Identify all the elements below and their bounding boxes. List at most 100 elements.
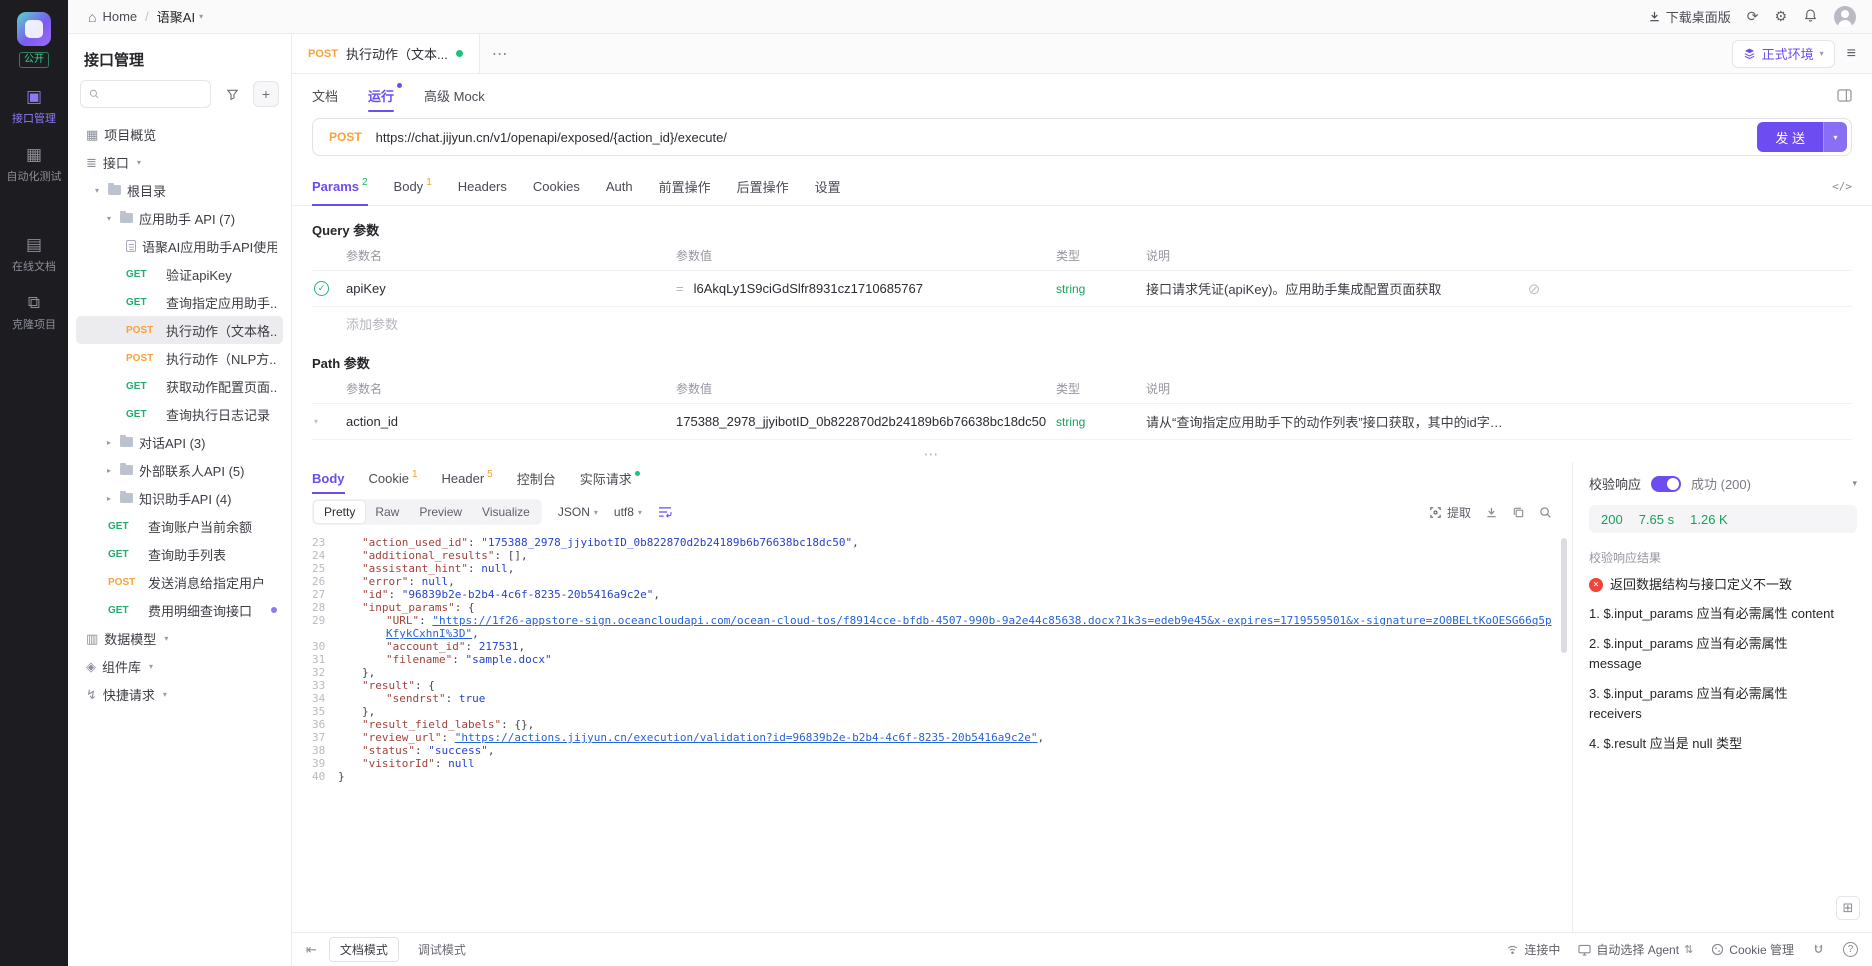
home-icon[interactable]: ⌂ — [88, 9, 96, 25]
tree-item[interactable]: ↯快捷请求▾ — [76, 680, 283, 708]
rail-item-clone-project[interactable]: ⧉克隆项目 — [0, 294, 68, 332]
param-value[interactable]: 175388_2978_jjyibotID_0b822870d2b24189b6… — [676, 414, 1046, 429]
collapse-chevron-icon[interactable]: ▾ — [1852, 478, 1857, 489]
tree-item[interactable]: ▾根目录 — [76, 176, 283, 204]
generate-code-icon[interactable]: </> — [1832, 180, 1852, 193]
notifications-bell-icon[interactable] — [1803, 8, 1818, 26]
settings-gear-icon[interactable]: ⚙ — [1774, 8, 1787, 25]
panel-layout-icon[interactable]: ⊞ — [1836, 896, 1860, 920]
tree-item[interactable]: GET查询执行日志记录 — [76, 400, 283, 428]
tree-item[interactable]: ▸知识助手API (4) — [76, 484, 283, 512]
extract-button[interactable]: 提取 — [1429, 504, 1471, 521]
tree-item[interactable]: ▸对话API (3) — [76, 428, 283, 456]
tree-item[interactable]: GET获取动作配置页面... — [76, 372, 283, 400]
json-link[interactable]: "https://actions.jijyun.cn/execution/val… — [455, 731, 1038, 744]
disable-param-icon[interactable]: ⊘ — [1528, 281, 1541, 298]
breadcrumb-project[interactable]: 语聚AI ▾ — [157, 7, 203, 26]
response-tab-Body[interactable]: Body — [312, 462, 345, 494]
request-tab-后置操作[interactable]: 后置操作 — [737, 168, 789, 205]
response-tab-Header[interactable]: Header5 — [442, 462, 493, 494]
tree-item[interactable]: POST执行动作（NLP方... — [76, 344, 283, 372]
user-avatar[interactable] — [1834, 6, 1856, 28]
capture-icon[interactable] — [1812, 943, 1825, 956]
response-tab-实际请求[interactable]: 实际请求 — [580, 462, 640, 494]
word-wrap-icon[interactable] — [658, 506, 672, 518]
request-tab-Params[interactable]: Params2 — [312, 168, 368, 205]
param-value[interactable]: l6AkqLy1S9ciGdSlfr8931cz1710685767 — [694, 281, 923, 296]
mode-tab-运行[interactable]: 运行 — [368, 74, 394, 116]
download-desktop-button[interactable]: 下载桌面版 — [1648, 7, 1731, 26]
request-tab-前置操作[interactable]: 前置操作 — [659, 168, 711, 205]
filter-funnel-icon[interactable] — [219, 81, 245, 107]
tab-more-icon[interactable]: ⋯ — [492, 44, 508, 64]
tree-item[interactable]: POST发送消息给指定用户 — [76, 568, 283, 596]
request-tab-Auth[interactable]: Auth — [606, 168, 633, 205]
param-name[interactable]: apiKey — [346, 281, 676, 296]
tree-item[interactable]: ◈组件库▾ — [76, 652, 283, 680]
pane-splitter[interactable]: ⋯ — [292, 446, 1872, 462]
help-icon[interactable]: ? — [1843, 942, 1858, 957]
enabled-check-icon[interactable]: ✓ — [314, 281, 329, 296]
mode-chip-文档模式[interactable]: 文档模式 — [329, 937, 399, 962]
connection-status[interactable]: 连接中 — [1506, 941, 1560, 958]
tree-item[interactable]: GET查询账户当前余额 — [76, 512, 283, 540]
view-mode-pretty[interactable]: Pretty — [314, 501, 365, 523]
tree-item[interactable]: ▸外部联系人API (5) — [76, 456, 283, 484]
agent-selector[interactable]: 自动选择 Agent ⇅ — [1578, 941, 1693, 958]
tree-item[interactable]: GET验证apiKey — [76, 260, 283, 288]
encoding-dropdown[interactable]: utf8 ▾ — [614, 505, 642, 519]
rail-item-api-manage[interactable]: ▣接口管理 — [0, 88, 68, 126]
menu-icon[interactable]: ≡ — [1847, 45, 1856, 63]
tree-item[interactable]: ▥数据模型▾ — [76, 624, 283, 652]
cookie-manager[interactable]: Cookie 管理 — [1711, 941, 1794, 958]
tree-item[interactable]: GET查询指定应用助手... — [76, 288, 283, 316]
send-options-caret[interactable]: ▾ — [1823, 122, 1847, 152]
refresh-icon[interactable]: ⟳ — [1747, 8, 1759, 25]
request-tab-Cookies[interactable]: Cookies — [533, 168, 580, 205]
breadcrumb-home[interactable]: Home — [102, 9, 137, 24]
scrollbar-thumb[interactable] — [1561, 538, 1567, 653]
tree-item[interactable]: POST执行动作（文本格... — [76, 316, 283, 344]
tree-item[interactable]: ▾应用助手 API (7) — [76, 204, 283, 232]
tree-item[interactable]: ≣接口▾ — [76, 148, 283, 176]
download-response-icon[interactable] — [1485, 506, 1498, 519]
search-box[interactable] — [80, 80, 211, 108]
open-request-tab[interactable]: POST 执行动作（文本... — [292, 34, 480, 73]
tree-item[interactable]: GET查询助手列表 — [76, 540, 283, 568]
add-button[interactable]: + — [253, 81, 279, 107]
validate-toggle[interactable] — [1651, 476, 1681, 492]
app-logo[interactable] — [17, 12, 51, 46]
request-tab-Headers[interactable]: Headers — [458, 168, 507, 205]
format-dropdown[interactable]: JSON ▾ — [558, 505, 598, 519]
view-mode-raw[interactable]: Raw — [365, 501, 409, 523]
line-number: 37 — [312, 731, 338, 744]
send-button[interactable]: 发 送 — [1757, 122, 1823, 152]
view-mode-visualize[interactable]: Visualize — [472, 501, 540, 523]
view-mode-preview[interactable]: Preview — [409, 501, 472, 523]
collapse-sidebar-icon[interactable]: ⇤ — [306, 942, 317, 958]
response-tab-控制台[interactable]: 控制台 — [517, 462, 556, 494]
search-response-icon[interactable] — [1539, 506, 1552, 519]
layout-panel-icon[interactable] — [1837, 89, 1852, 102]
url-input[interactable]: https://chat.jijyun.cn/v1/openapi/expose… — [376, 130, 1758, 145]
rail-item-auto-test[interactable]: ▦自动化测试 — [0, 146, 68, 184]
mode-chip-调试模式[interactable]: 调试模式 — [407, 937, 477, 962]
response-tab-Cookie[interactable]: Cookie1 — [369, 462, 418, 494]
mode-tab-高级 Mock[interactable]: 高级 Mock — [424, 74, 485, 116]
json-link[interactable]: "https://1f26-appstore-sign.oceancloudap… — [386, 614, 1552, 640]
search-input[interactable] — [105, 87, 202, 101]
method-label: GET — [108, 605, 142, 616]
environment-selector[interactable]: 正式环境 ▾ — [1732, 40, 1835, 68]
request-tab-Body[interactable]: Body1 — [394, 168, 432, 205]
chevron-down-icon[interactable]: ▾ — [314, 417, 318, 426]
tree-item[interactable]: 语聚AI应用助手API使用说明 — [76, 232, 283, 260]
copy-icon[interactable] — [1512, 506, 1525, 519]
param-name[interactable]: action_id — [346, 414, 676, 429]
tree-item[interactable]: GET费用明细查询接口 — [76, 596, 283, 624]
line-number: 25 — [312, 562, 338, 575]
add-param-row[interactable]: 添加参数 — [312, 307, 1852, 339]
rail-item-online-docs[interactable]: ▤在线文档 — [0, 236, 68, 274]
request-tab-设置[interactable]: 设置 — [815, 168, 841, 205]
mode-tab-文档[interactable]: 文档 — [312, 74, 338, 116]
tree-item[interactable]: ▦项目概览 — [76, 120, 283, 148]
